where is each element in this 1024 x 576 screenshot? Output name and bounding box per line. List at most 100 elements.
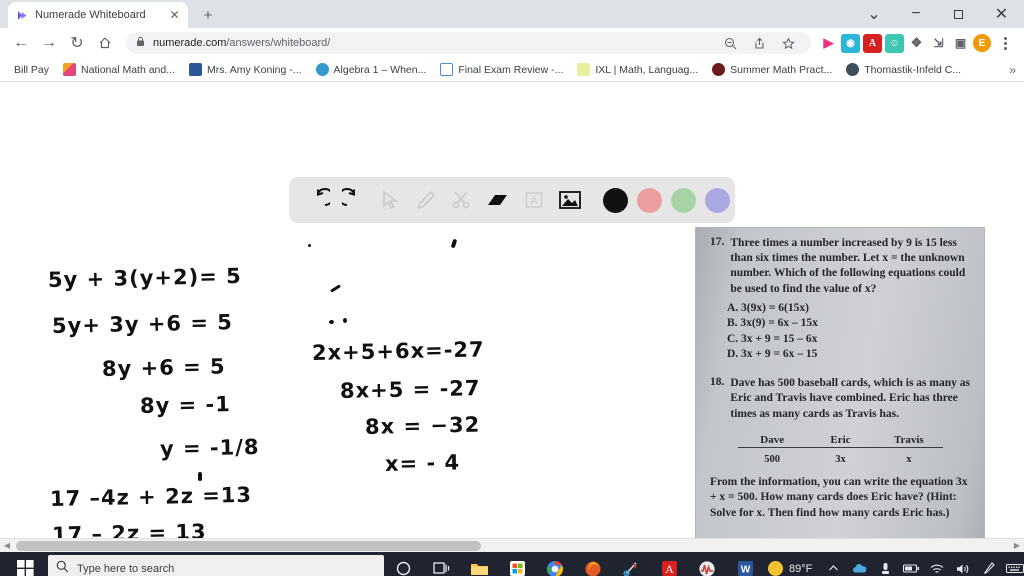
scrollbar-track[interactable] [14, 539, 1010, 553]
color-green-swatch[interactable] [671, 187, 696, 213]
table-header: Eric [830, 433, 851, 446]
scissors-icon[interactable] [445, 183, 479, 217]
handwriting-line: 8y +6 = 5 [101, 354, 226, 381]
bookmark-item[interactable]: IXL | Math, Languag... [571, 61, 704, 78]
usb-eject-icon[interactable] [872, 552, 898, 576]
cast-icon[interactable]: ⇲ [929, 34, 948, 53]
handwriting-line: 17 –4z + 2z =13 [49, 482, 253, 511]
temperature: 89°F [789, 562, 813, 575]
bookmark-label: Mrs. Amy Koning -... [207, 63, 302, 76]
address-bar[interactable]: numerade.com/answers/whiteboard/ [126, 32, 811, 54]
answer-option: C. 3x + 9 = 15 – 6x [727, 332, 818, 345]
browser-tab[interactable]: Numerade Whiteboard ✕ [8, 2, 188, 28]
redo-icon[interactable] [337, 183, 371, 217]
adobe-acrobat-icon[interactable]: A [650, 552, 688, 576]
home-icon[interactable] [92, 30, 118, 56]
horizontal-scrollbar[interactable]: ◀ ▶ [0, 538, 1024, 552]
minimize-button[interactable]: − [895, 0, 937, 28]
ink-stray-mark [329, 320, 334, 324]
forward-icon[interactable]: → [36, 30, 62, 56]
file-explorer-icon[interactable] [460, 552, 498, 576]
maximize-button[interactable] [937, 0, 979, 28]
search-input[interactable]: Type here to search [48, 555, 384, 576]
bookmark-item[interactable]: Thomastik-Infeld C... [840, 61, 967, 78]
weather-widget[interactable]: 89°F [764, 561, 820, 576]
table-cell: x [906, 453, 912, 465]
tab-search-icon[interactable]: ⌄ [853, 0, 895, 28]
eraser-icon[interactable] [481, 183, 515, 217]
answer-option: A. 3(9x) = 6(15x) [727, 301, 809, 314]
bookmarks-bar: Bill Pay National Math and... Mrs. Amy K… [0, 58, 1024, 82]
pen-icon[interactable] [976, 552, 1002, 576]
table-header-row: Dave Eric Travis [738, 434, 943, 446]
bookmark-item[interactable]: Bill Pay [8, 62, 55, 78]
svg-text:W: W [740, 565, 750, 576]
star-icon[interactable] [775, 30, 801, 56]
table-row: 500 3x x [738, 454, 943, 465]
globe-dark-icon [712, 63, 726, 76]
sidebar-icon[interactable]: ▣ [951, 34, 970, 53]
color-pink-swatch[interactable] [637, 187, 662, 213]
question-number: 17. [710, 236, 725, 248]
notes-extension-icon[interactable]: ☺ [885, 33, 904, 53]
microsoft-store-icon[interactable] [498, 552, 536, 576]
color-purple-swatch[interactable] [705, 187, 730, 213]
windows-icon[interactable] [2, 552, 48, 576]
sun-icon [768, 561, 783, 576]
calendar-icon [189, 63, 202, 76]
worksheet-image[interactable]: 17. Three times a number increased by 9 … [696, 228, 984, 552]
new-tab-button[interactable]: + [195, 2, 221, 28]
svg-text:A: A [665, 562, 674, 576]
bookmark-item[interactable]: National Math and... [57, 61, 181, 78]
bookmarks-overflow-icon[interactable]: » [1005, 64, 1020, 76]
onedrive-icon[interactable] [846, 552, 872, 576]
color-black-swatch[interactable] [603, 187, 628, 213]
volume-icon[interactable] [950, 552, 976, 576]
table-header: Dave [760, 433, 785, 446]
bookmark-item[interactable]: Final Exam Review -... [434, 61, 569, 78]
tab-title: Numerade Whiteboard [35, 9, 146, 21]
close-window-button[interactable]: ✕ [979, 0, 1024, 28]
numerade-extension-icon[interactable]: ▶ [819, 34, 838, 53]
snip-sketch-icon[interactable] [612, 552, 650, 576]
browser-menu-icon[interactable] [994, 36, 1016, 50]
answer-option: B. 3x(9) = 6x – 15x [727, 317, 818, 330]
bookmark-item[interactable]: Mrs. Amy Koning -... [183, 61, 308, 78]
scrollbar-thumb[interactable] [16, 540, 481, 551]
cortana-icon[interactable] [384, 552, 422, 576]
battery-icon[interactable] [898, 552, 924, 576]
audacity-icon[interactable] [688, 552, 726, 576]
image-icon[interactable] [553, 183, 587, 217]
back-icon[interactable]: ← [8, 30, 34, 56]
text-icon[interactable]: A [517, 183, 551, 217]
pencil-icon[interactable] [409, 183, 443, 217]
puzzle-extensions-icon[interactable]: ❖ [907, 34, 926, 53]
share-icon[interactable] [746, 30, 772, 56]
adobe-acrobat-extension-icon[interactable]: A [863, 33, 882, 53]
bookmark-label: Algebra 1 – When... [333, 63, 427, 76]
show-hidden-icons[interactable] [820, 552, 846, 576]
worksheet-table: Dave Eric Travis 500 3x x [738, 434, 943, 465]
ink-stray-mark [198, 472, 202, 481]
wordpress-icon [315, 63, 329, 76]
table-header: Travis [893, 433, 924, 446]
keyboard-icon[interactable] [1002, 552, 1024, 576]
url-path: /answers/whiteboard/ [226, 37, 331, 49]
bookmark-item[interactable]: Summer Math Pract... [706, 61, 838, 78]
search-icon [56, 560, 69, 576]
cursor-icon[interactable] [373, 183, 407, 217]
undo-icon[interactable] [301, 183, 335, 217]
google-chrome-icon[interactable] [536, 552, 574, 576]
avatar[interactable]: E [973, 34, 991, 52]
close-icon[interactable]: ✕ [167, 8, 182, 23]
microsoft-word-icon[interactable]: W [726, 552, 764, 576]
screencast-extension-icon[interactable]: ◉ [841, 33, 860, 53]
zoom-out-icon[interactable] [717, 30, 743, 56]
wifi-icon[interactable] [924, 552, 950, 576]
scroll-left-icon[interactable]: ◀ [0, 539, 14, 553]
firefox-icon[interactable] [574, 552, 612, 576]
bookmark-item[interactable]: Algebra 1 – When... [310, 61, 433, 78]
scroll-right-icon[interactable]: ▶ [1010, 539, 1024, 553]
reload-icon[interactable]: ↻ [64, 30, 90, 56]
task-view-icon[interactable] [422, 552, 460, 576]
